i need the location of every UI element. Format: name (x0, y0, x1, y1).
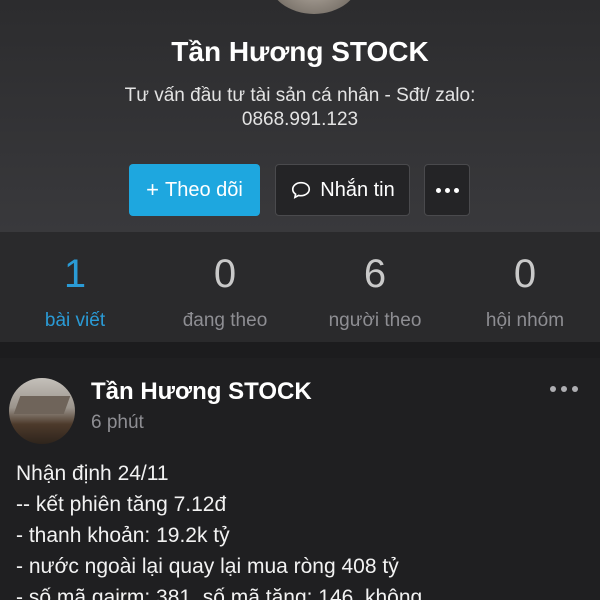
stat-value: 6 (363, 252, 387, 296)
chat-bubble-icon (292, 181, 311, 199)
post-text-line: -- kết phiên tăng 7.12đ (16, 493, 227, 516)
more-options-button[interactable] (424, 164, 470, 216)
profile-stats: 1 bài viết 0 đang theo 6 người theo 0 hộ… (0, 232, 600, 342)
profile-avatar[interactable] (268, 0, 360, 14)
stat-following[interactable]: 0 đang theo (150, 232, 300, 342)
more-horizontal-icon (435, 187, 459, 193)
profile-bio-line: Tư vấn đầu tư tài sản cá nhân - Sđt/ zal… (124, 85, 476, 106)
follow-button-label: Theo dõi (165, 178, 243, 201)
post-body[interactable]: Nhận định 24/11 -- kết phiên tăng 7.12đ … (16, 458, 600, 600)
post-card: Tần Hương STOCK 6 phút Nhận định 24/11 -… (0, 358, 600, 600)
message-button-label: Nhắn tin (320, 178, 395, 201)
stat-value: 0 (213, 252, 237, 296)
follow-button[interactable]: + Theo dõi (129, 164, 260, 216)
stat-label: đang theo (182, 310, 268, 331)
stat-label: người theo (328, 310, 422, 331)
stat-label: bài viết (44, 310, 106, 331)
post-text-line: - nước ngoài lại quay lại mua ròng 408 t… (16, 555, 399, 578)
profile-bio: Tư vấn đầu tư tài sản cá nhân - Sđt/ zal… (80, 84, 520, 132)
stat-label: hội nhóm (485, 310, 565, 331)
post-author-avatar[interactable] (9, 378, 75, 444)
stat-value: 0 (513, 252, 537, 296)
post-text-line: - thanh khoản: 19.2k tỷ (16, 524, 230, 547)
stat-posts[interactable]: 1 bài viết (0, 232, 150, 342)
post-text-line: - số mã gairm: 381, số mã tăng: 146, khô… (16, 586, 423, 600)
post-timestamp[interactable]: 6 phút (91, 412, 144, 434)
post-more-icon[interactable] (546, 382, 582, 396)
plus-icon: + (146, 177, 159, 202)
profile-phone[interactable]: 0868.991.123 (80, 108, 520, 132)
stat-followers[interactable]: 6 người theo (300, 232, 450, 342)
post-text-line: Nhận định 24/11 (16, 462, 169, 485)
stat-value: 1 (63, 252, 87, 296)
message-button[interactable]: Nhắn tin (275, 164, 410, 216)
profile-name: Tần Hương STOCK (171, 36, 429, 67)
stat-groups[interactable]: 0 hội nhóm (450, 232, 600, 342)
profile-header: Tần Hương STOCK Tư vấn đầu tư tài sản cá… (0, 0, 600, 232)
post-author-name[interactable]: Tần Hương STOCK (91, 378, 312, 406)
